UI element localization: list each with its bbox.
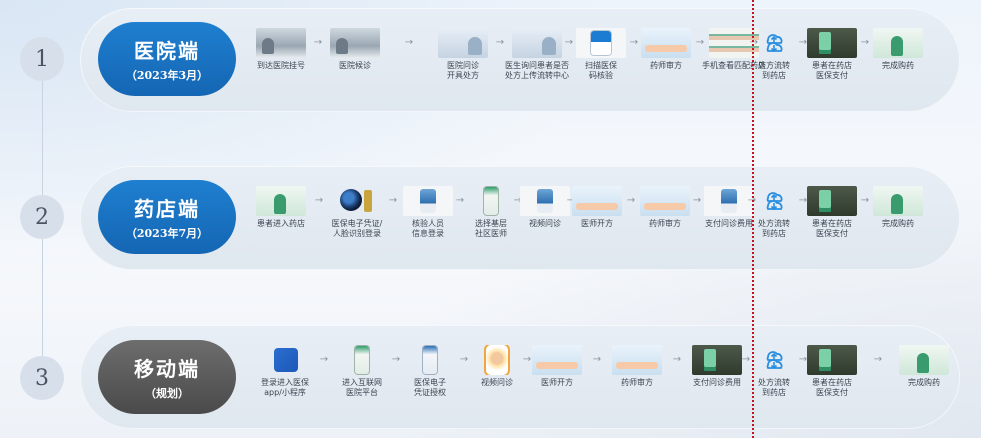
flow-step: 药师审方 [602, 345, 672, 388]
channel-subtitle: （2023年3月） [125, 69, 209, 82]
step-label: 患者在药店 医保支付 [812, 219, 852, 238]
channel-pill-2: 药店端 （2023年7月） [98, 180, 236, 254]
step-label: 患者进入药店 [257, 219, 305, 228]
channel-pill-1: 医院端 （2023年3月） [98, 22, 236, 96]
flow-arrow-icon: → [873, 354, 883, 365]
flow-step: 医保电子凭证/ 人脸识别登录 [322, 186, 392, 239]
internet-hospital-phone-icon [337, 345, 387, 375]
step-number-badge: 3 [20, 356, 64, 400]
step-label: 药师审方 [650, 61, 682, 70]
step-label: 完成购药 [882, 61, 914, 70]
flow-step: 完成购药 [863, 186, 933, 229]
chs-app-icon [260, 345, 310, 375]
step-label: 医院候诊 [339, 61, 371, 70]
flow-step: 药师审方 [631, 28, 701, 71]
channel-subtitle: （2023年7月） [125, 227, 209, 240]
pharmacist-review-icon [612, 345, 662, 375]
step-label: 医保电子凭证/ 人脸识别登录 [331, 219, 383, 238]
step-label: 核验人员 信息登录 [412, 219, 444, 238]
step-label: 患者在药店 医保支付 [812, 61, 852, 80]
doctor-prescribe-icon [572, 186, 622, 216]
flow-step: 患者在药店 医保支付 [797, 345, 867, 398]
flow-arrow-icon: → [404, 37, 414, 48]
verification-kiosk-icon [403, 186, 453, 216]
step-number-badge: 2 [20, 195, 64, 239]
flow-step: 药师审方 [630, 186, 700, 229]
step-number-badge: 1 [20, 37, 64, 81]
flow-step: 核验人员 信息登录 [393, 186, 463, 239]
channel-title: 医院端 [134, 39, 200, 63]
video-call-phone-icon [472, 345, 522, 375]
cloud-transfer-icon [749, 28, 799, 58]
doctor-patient-icon [512, 28, 562, 58]
cloud-transfer-icon [749, 186, 799, 216]
payment-terminal-icon [807, 28, 857, 58]
step-label: 医师开方 [541, 378, 573, 387]
channel-title: 药店端 [134, 197, 200, 221]
doctor-select-phone-icon [466, 186, 516, 216]
flow-step: 扫描医保 码核验 [566, 28, 636, 81]
flow-step: 患者进入药店 [246, 186, 316, 229]
step-label: 药师审方 [649, 219, 681, 228]
step-label: 医保电子 凭证授权 [414, 378, 446, 397]
flow-step: 医师开方 [562, 186, 632, 229]
divider-dotted-line [752, 0, 754, 438]
step-label: 进入互联网 医院平台 [342, 378, 382, 397]
doctor-consultation-icon [438, 28, 488, 58]
pharmacy-entrance-icon [256, 186, 306, 216]
cloud-transfer-icon [749, 345, 799, 375]
payment-terminal-icon [807, 186, 857, 216]
flow-step: 医院候诊 [320, 28, 390, 71]
step-label: 医院问诊 开具处方 [447, 61, 479, 80]
step-label: 登录进入医保 app/小程序 [261, 378, 309, 397]
flow-step: 医保电子 凭证授权 [395, 345, 465, 398]
channel-pill-3: 移动端 （规划） [98, 340, 236, 414]
flow-step: 完成购药 [863, 28, 933, 71]
flow-step: 医师开方 [522, 345, 592, 388]
payment-terminal-icon [807, 345, 857, 375]
flow-step: 医生询问患者是否 处方上传流转中心 [502, 28, 572, 81]
step-label: 扫描医保 码核验 [585, 61, 617, 80]
pharmacy-counter-icon [899, 345, 949, 375]
flow-step: 患者在药店 医保支付 [797, 28, 867, 81]
insurance-credential-phone-icon [405, 345, 455, 375]
step-label: 医师开方 [581, 219, 613, 228]
step-label: 医生询问患者是否 处方上传流转中心 [505, 61, 569, 80]
flow-step: 医院问诊 开具处方 [428, 28, 498, 81]
flow-step: 完成购药 [889, 345, 959, 388]
step-label: 患者在药店 医保支付 [812, 378, 852, 397]
step-label: 完成购药 [882, 219, 914, 228]
mobile-payment-icon [692, 345, 742, 375]
flow-step: 到达医院挂号 [246, 28, 316, 71]
pharmacist-review-icon [641, 28, 691, 58]
step-label: 到达医院挂号 [257, 61, 305, 70]
face-recognition-icon [332, 186, 382, 216]
flow-step: 进入互联网 医院平台 [327, 345, 397, 398]
channel-subtitle: （规划） [145, 387, 189, 400]
pharmacy-counter-icon [873, 186, 923, 216]
hospital-lobby-icon [256, 28, 306, 58]
pharmacy-counter-icon [873, 28, 923, 58]
channel-title: 移动端 [134, 357, 200, 381]
flow-step: 患者在药店 医保支付 [797, 186, 867, 239]
waiting-room-icon [330, 28, 380, 58]
flow-step: 登录进入医保 app/小程序 [250, 345, 320, 398]
step-label: 药师审方 [621, 378, 653, 387]
doctor-prescribe-icon [532, 345, 582, 375]
step-label: 完成购药 [908, 378, 940, 387]
pharmacist-review-icon [640, 186, 690, 216]
scanner-kiosk-icon [576, 28, 626, 58]
